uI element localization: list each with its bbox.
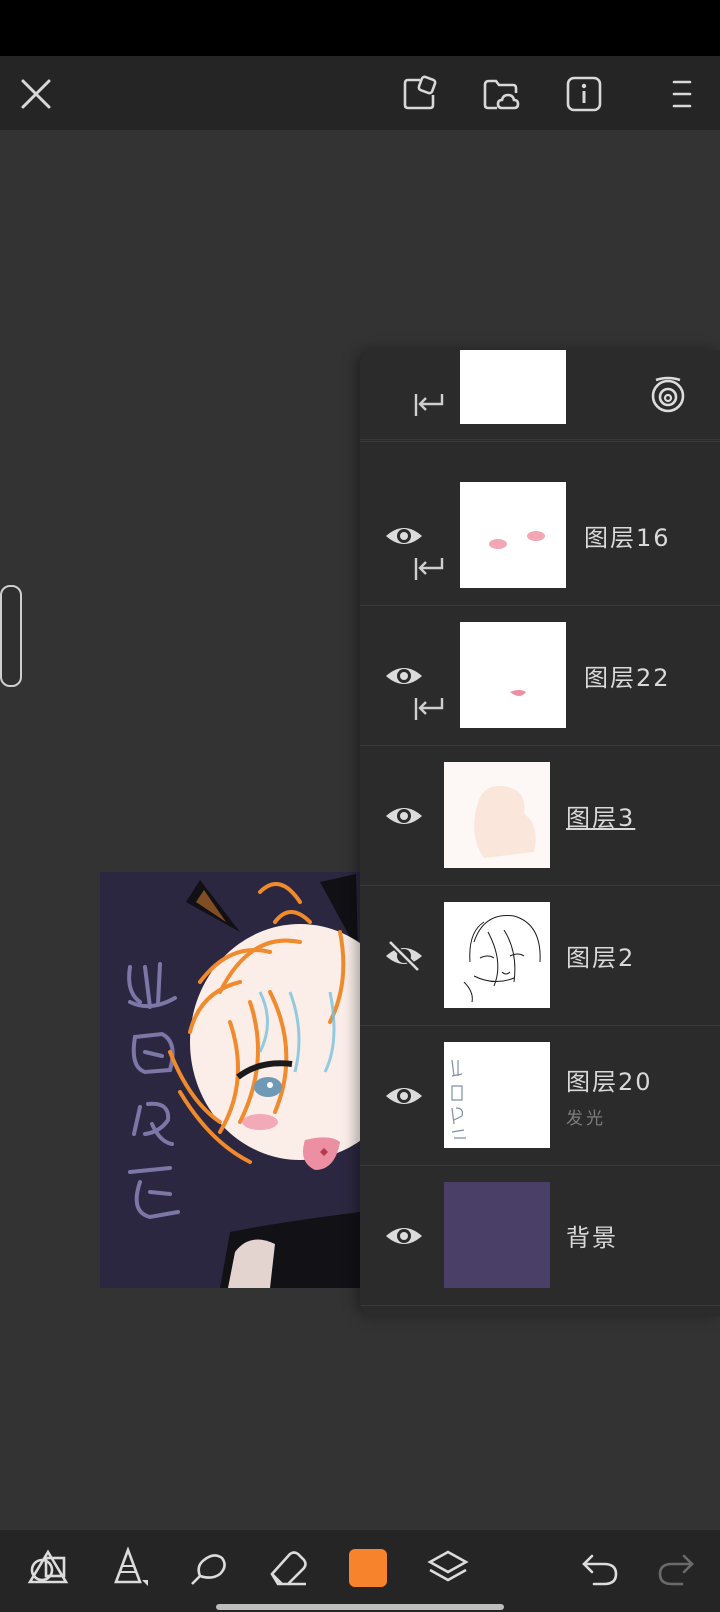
layer-name: 背景	[566, 1224, 618, 1252]
eye-icon[interactable]	[384, 1076, 424, 1116]
layer-thumbnail	[444, 1182, 550, 1288]
layer-thumbnail	[444, 902, 550, 1008]
redo-icon[interactable]	[652, 1544, 700, 1592]
eraser-icon[interactable]	[264, 1544, 312, 1592]
undo-icon[interactable]	[576, 1544, 624, 1592]
layer-thumbnail	[460, 350, 566, 424]
layers-panel: 图层16 图层22 图层3 图层2 图层20 发光 背景	[360, 350, 720, 1316]
eye-icon[interactable]	[384, 796, 424, 836]
layer-row-partial[interactable]	[360, 350, 720, 442]
layer-blend-mode: 发光	[566, 1109, 606, 1129]
menu-icon[interactable]	[660, 72, 704, 116]
layer-name: 图层20	[566, 1068, 653, 1096]
layer-row-background[interactable]: 背景	[360, 1166, 720, 1306]
side-panel-handle[interactable]	[0, 585, 22, 687]
layer-name: 图层22	[584, 664, 671, 692]
eye-icon[interactable]	[384, 516, 424, 556]
layer-name: 图层16	[584, 524, 671, 552]
eye-icon[interactable]	[384, 656, 424, 696]
eye-off-icon[interactable]	[384, 936, 424, 976]
smudge-icon[interactable]	[184, 1544, 232, 1592]
top-bar	[0, 56, 720, 130]
clipping-mask-icon	[412, 694, 446, 724]
layer-thumbnail	[460, 482, 566, 588]
cloud-folder-icon[interactable]	[479, 72, 523, 116]
clipping-mask-icon	[412, 554, 446, 584]
layer-thumbnail	[444, 762, 550, 868]
bottom-toolbar	[0, 1530, 720, 1612]
artwork-canvas[interactable]	[100, 872, 360, 1288]
layer-thumbnail	[460, 622, 566, 728]
layer-name: 图层3	[566, 804, 636, 832]
info-icon[interactable]	[562, 72, 606, 116]
color-swatch[interactable]	[344, 1544, 392, 1592]
layer-row-active[interactable]: 图层3	[360, 746, 720, 886]
layer-row[interactable]: 图层20 发光	[360, 1026, 720, 1166]
status-bar	[0, 0, 720, 56]
layer-thumbnail	[444, 1042, 550, 1148]
layers-icon[interactable]	[424, 1544, 472, 1592]
layer-name: 图层2	[566, 944, 636, 972]
shapes-icon[interactable]	[24, 1544, 72, 1592]
brush-icon[interactable]	[104, 1544, 152, 1592]
current-color	[349, 1549, 387, 1587]
eye-icon[interactable]	[384, 1216, 424, 1256]
close-icon[interactable]	[14, 72, 58, 116]
layer-row[interactable]: 图层2	[360, 886, 720, 1026]
home-indicator[interactable]	[216, 1604, 504, 1610]
layer-row[interactable]: 图层22	[360, 606, 720, 746]
import-icon[interactable]	[397, 72, 441, 116]
layer-row[interactable]: 图层16	[360, 466, 720, 606]
clipping-mask-icon	[412, 390, 446, 420]
